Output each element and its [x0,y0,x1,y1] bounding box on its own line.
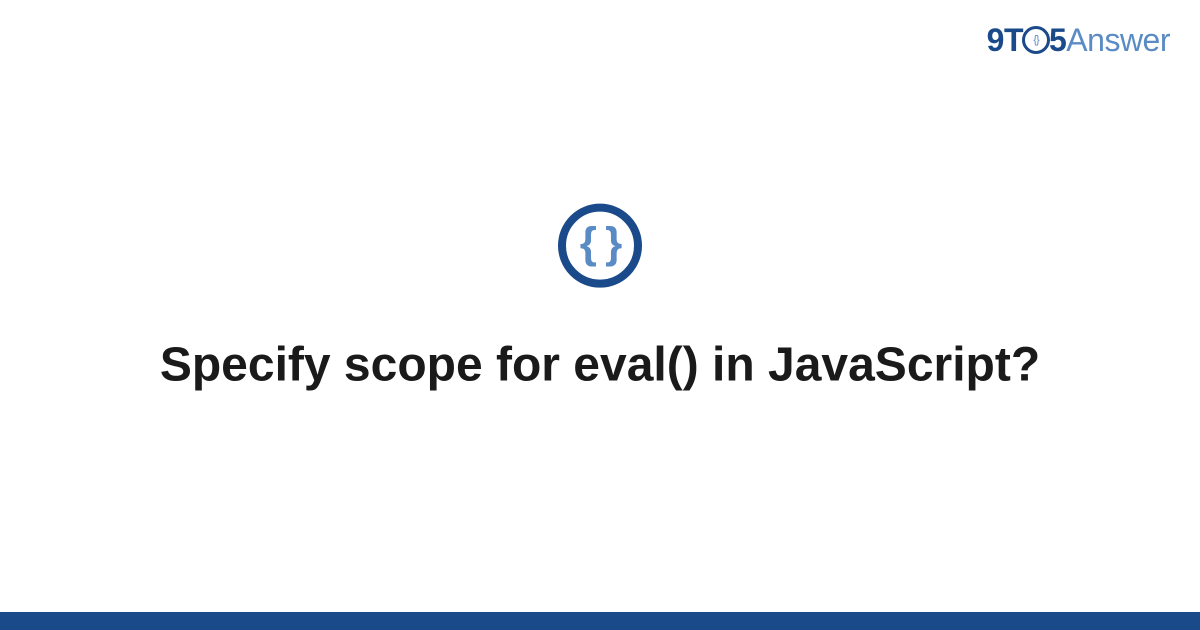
category-icon: { } [558,204,642,288]
main-content: { } Specify scope for eval() in JavaScri… [0,204,1200,396]
logo-circle-icon: {} [1022,26,1050,54]
question-title: Specify scope for eval() in JavaScript? [150,336,1050,396]
code-braces-icon: { } [580,219,620,269]
footer-accent-bar [0,612,1200,630]
logo-circle-inner: {} [1033,34,1038,46]
logo-text-9t: 9T [987,22,1023,58]
logo-text-5: 5 [1049,22,1066,58]
site-logo: 9T {} 5Answer [987,22,1170,59]
logo-text-answer: Answer [1066,22,1170,58]
